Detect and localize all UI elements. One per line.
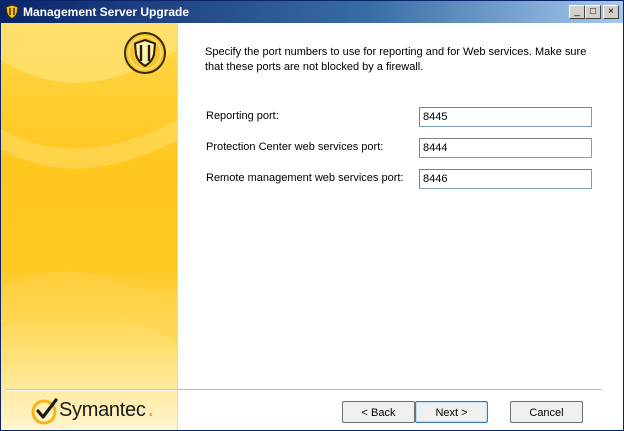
shield-icon xyxy=(124,32,166,74)
maximize-icon: □ xyxy=(589,6,597,17)
minimize-icon: _ xyxy=(574,6,580,17)
next-button[interactable]: Next > xyxy=(415,401,488,423)
symantec-logo: Symantec . xyxy=(31,397,161,427)
back-button[interactable]: < Back xyxy=(342,401,415,423)
remote-management-port-label: Remote management web services port: xyxy=(206,172,404,184)
instructions-text: Specify the port numbers to use for repo… xyxy=(205,46,587,73)
reporting-port-label: Reporting port: xyxy=(206,110,279,122)
installer-window: Management Server Upgrade _ □ × Symantec… xyxy=(0,0,624,431)
protection-center-port-input[interactable] xyxy=(419,138,592,158)
close-button[interactable]: × xyxy=(603,5,619,19)
remote-management-port-input[interactable] xyxy=(419,169,592,189)
close-icon: × xyxy=(608,6,614,17)
brand-trademark: . xyxy=(148,399,154,421)
sidebar-banner xyxy=(1,23,177,430)
footer-separator xyxy=(6,389,602,391)
cancel-button[interactable]: Cancel xyxy=(510,401,583,423)
title-bar[interactable]: Management Server Upgrade _ □ × xyxy=(1,1,623,23)
maximize-button[interactable]: □ xyxy=(585,5,601,19)
brand-name: Symantec xyxy=(59,399,146,421)
minimize-button[interactable]: _ xyxy=(569,5,585,19)
reporting-port-input[interactable] xyxy=(419,107,592,127)
window-title: Management Server Upgrade xyxy=(23,5,190,19)
shield-icon xyxy=(5,4,19,19)
banner-swirl xyxy=(1,23,177,344)
sidebar-divider xyxy=(177,23,178,430)
protection-center-port-label: Protection Center web services port: xyxy=(206,141,384,153)
symantec-check-icon xyxy=(31,398,58,425)
